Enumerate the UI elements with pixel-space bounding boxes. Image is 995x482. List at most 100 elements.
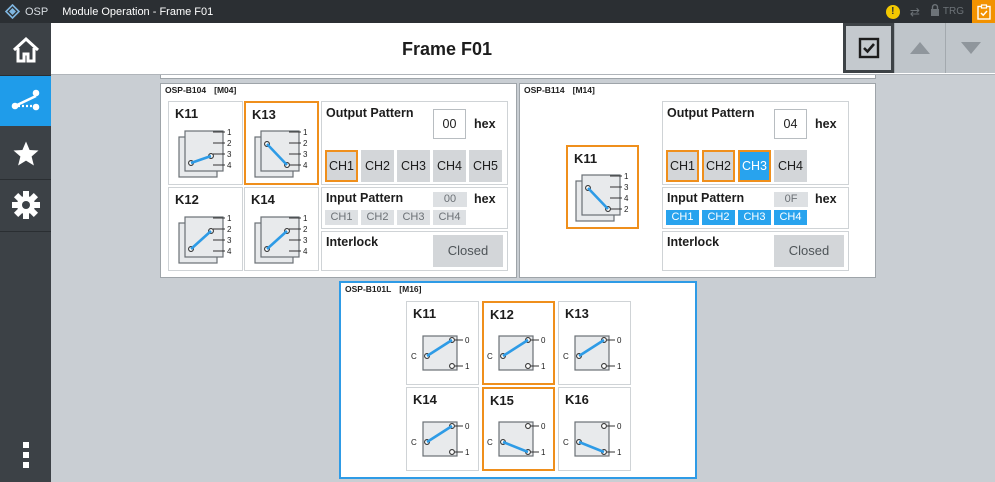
output-pattern-label: Output Pattern	[326, 106, 414, 120]
relay-label: K11	[413, 306, 437, 321]
hex-unit-label: hex	[474, 117, 496, 131]
relay-label: K12	[175, 192, 199, 207]
scroll-down-button[interactable]	[945, 23, 995, 73]
relay-card-k16[interactable]: K16 C 0 1	[558, 387, 631, 471]
gear-icon	[11, 191, 40, 219]
relay-card-k13[interactable]: K13 1 2 3 4	[244, 101, 319, 185]
checkbox-icon	[858, 37, 879, 59]
title-bar: OSP Module Operation - Frame F01 ! ⇄ TRG	[0, 0, 995, 23]
input-ch2-indicator: CH2	[361, 210, 394, 225]
scroll-up-button[interactable]	[894, 23, 945, 73]
star-icon	[13, 141, 38, 165]
output-ch4-button[interactable]: CH4	[774, 150, 807, 182]
page-title: Frame F01	[401, 39, 493, 59]
output-pattern-input[interactable]: 04	[774, 109, 807, 139]
svg-text:4: 4	[227, 247, 232, 256]
svg-text:3: 3	[227, 236, 232, 245]
relay-card-k15[interactable]: K15 C 0 1	[482, 387, 555, 471]
svg-text:1: 1	[303, 214, 308, 223]
rs-logo-icon	[4, 3, 21, 20]
svg-text:1: 1	[541, 362, 546, 371]
svg-text:1: 1	[303, 128, 308, 137]
svg-text:2: 2	[624, 205, 629, 214]
svg-text:C: C	[487, 352, 493, 361]
input-pattern-value: 0F	[774, 192, 808, 207]
relay-spdt-icon: C 0 1	[411, 421, 470, 457]
svg-text:1: 1	[617, 362, 622, 371]
output-pattern-section: Output Pattern 00 hex CH1 CH2 CH3 CH4 CH…	[321, 101, 508, 185]
app-name: OSP	[25, 5, 49, 18]
trigger-indicator: TRG	[942, 6, 964, 17]
svg-text:2: 2	[227, 139, 232, 148]
relay-card-k14[interactable]: K14 1 2 3 4	[244, 187, 319, 271]
svg-text:C: C	[487, 438, 493, 447]
hex-unit-label: hex	[474, 192, 496, 206]
svg-text:2: 2	[303, 139, 308, 148]
svg-text:0: 0	[541, 336, 546, 345]
relay-card-k11[interactable]: K11 1 3 4 2	[566, 145, 639, 229]
svg-text:2: 2	[303, 225, 308, 234]
output-ch1-button[interactable]: CH1	[325, 150, 358, 182]
module-panel-b104[interactable]: OSP-B104 [M04] K11 1234 K13 1234 K12 1 2…	[160, 83, 517, 278]
relay-4way-icon: 1 2 3 4	[178, 128, 232, 178]
relay-4way-icon: 1 2 3 4	[178, 214, 232, 264]
nav-home-button[interactable]	[0, 25, 51, 75]
output-ch1-button[interactable]: CH1	[666, 150, 699, 182]
svg-text:2: 2	[227, 225, 232, 234]
module-header: OSP-B114 [M14]	[524, 85, 595, 95]
nav-more-button[interactable]	[0, 429, 51, 481]
nav-favorites-button[interactable]	[0, 128, 51, 178]
nav-settings-button[interactable]	[0, 180, 51, 230]
input-ch3-indicator: CH3	[738, 210, 771, 225]
svg-text:C: C	[411, 352, 417, 361]
module-header: OSP-B101L [M16]	[345, 284, 422, 294]
relay-4way-icon: 1 2 3 4	[254, 128, 308, 178]
input-ch4-indicator: CH4	[433, 210, 466, 225]
svg-text:1: 1	[465, 362, 470, 371]
clipboard-check-icon[interactable]	[972, 0, 995, 23]
page-header: Frame F01	[51, 23, 995, 75]
svg-text:4: 4	[303, 161, 308, 170]
module-header: OSP-B104 [M04]	[165, 85, 237, 95]
output-ch2-button[interactable]: CH2	[361, 150, 394, 182]
output-pattern-input[interactable]: 00	[433, 109, 466, 139]
more-icon	[22, 442, 29, 468]
confirm-button[interactable]	[843, 23, 894, 73]
relay-card-k13[interactable]: K13 C 0 1	[558, 301, 631, 385]
relay-label: K15	[490, 393, 514, 408]
triangle-up-icon	[910, 42, 930, 54]
interlock-status-button[interactable]: Closed	[774, 235, 844, 267]
hex-unit-label: hex	[815, 192, 837, 206]
svg-text:3: 3	[303, 150, 308, 159]
relay-card-k14[interactable]: K14 C 0 1	[406, 387, 479, 471]
output-ch3-button[interactable]: CH3	[738, 150, 771, 182]
relay-label: K12	[490, 307, 514, 322]
module-panel-b114[interactable]: OSP-B114 [M14] K11 1 3 4 2 Output Pattern 04…	[519, 83, 876, 278]
output-ch5-button[interactable]: CH5	[469, 150, 502, 182]
input-pattern-section: Input Pattern 0F hex CH1 CH2 CH3 CH4	[662, 187, 849, 229]
output-ch4-button[interactable]: CH4	[433, 150, 466, 182]
interlock-status-button[interactable]: Closed	[433, 235, 503, 267]
relay-card-k12[interactable]: K12 1 2 3 4	[168, 187, 243, 271]
svg-text:4: 4	[624, 194, 629, 203]
home-icon	[12, 36, 39, 63]
module-panel-b101l[interactable]: OSP-B101L [M16] K11 C 01 K12 C 01 K13 C …	[339, 281, 697, 479]
relay-card-k11[interactable]: K11 1 2 3 4	[168, 101, 243, 185]
warning-icon[interactable]: !	[885, 4, 900, 19]
svg-text:1: 1	[541, 448, 546, 457]
input-pattern-label: Input Pattern	[667, 191, 745, 205]
relay-label: K14	[413, 392, 437, 407]
output-pattern-section: Output Pattern 04 hex CH1 CH2 CH3 CH4	[662, 101, 849, 185]
relay-card-k11[interactable]: K11 C 0 1	[406, 301, 479, 385]
transfer-icon: ⇄	[909, 4, 920, 19]
output-ch3-button[interactable]: CH3	[397, 150, 430, 182]
switch-network-icon	[11, 89, 39, 111]
svg-text:3: 3	[227, 150, 232, 159]
relay-label: K14	[251, 192, 275, 207]
svg-text:1: 1	[617, 448, 622, 457]
svg-text:C: C	[563, 352, 569, 361]
relay-card-k12[interactable]: K12 C 0 1	[482, 301, 555, 385]
interlock-label: Interlock	[326, 235, 379, 249]
output-ch2-button[interactable]: CH2	[702, 150, 735, 182]
nav-switch-network-button[interactable]	[0, 76, 51, 126]
